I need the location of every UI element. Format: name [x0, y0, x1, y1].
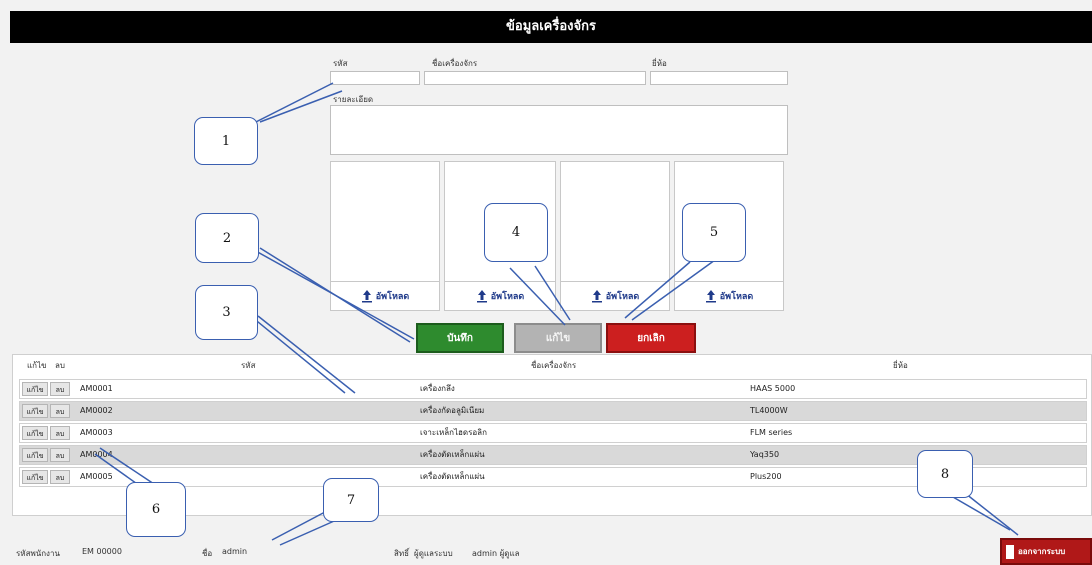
callout-5: 5: [682, 203, 746, 262]
callout-1: 1: [194, 117, 258, 165]
callout-7: 7: [323, 478, 379, 522]
callout-2: 2: [195, 213, 259, 263]
callout-3: 3: [195, 285, 258, 340]
callout-6: 6: [126, 482, 186, 537]
callout-8: 8: [917, 450, 973, 498]
callout-4: 4: [484, 203, 548, 262]
